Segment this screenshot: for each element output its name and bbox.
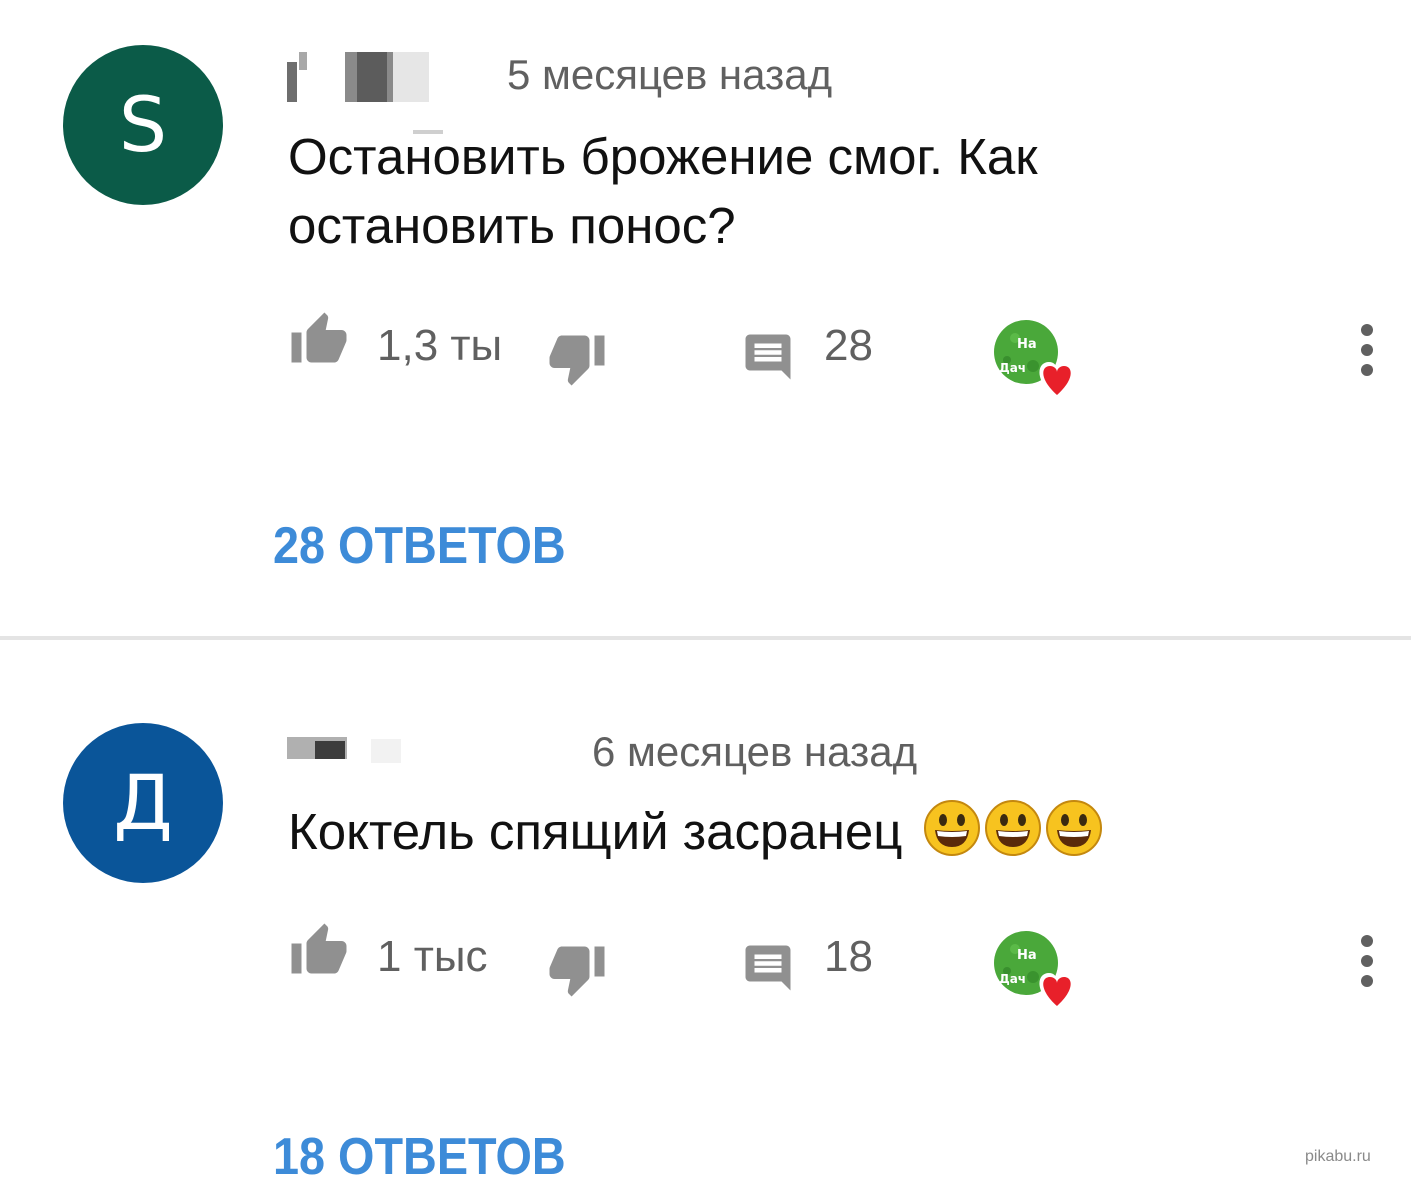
site-watermark: pikabu.ru: [1305, 1148, 1371, 1165]
comment-timestamp: 5 месяцев назад: [507, 51, 833, 98]
thread-divider: [0, 636, 1411, 640]
thumbs-down-icon[interactable]: [546, 328, 608, 393]
thumbs-up-icon[interactable]: [288, 921, 350, 986]
comment-actions: 1,3 ты 28 На Дач: [0, 308, 1411, 400]
author-avatar[interactable]: Д: [63, 723, 223, 883]
creator-heart-badge: На Дач: [993, 318, 1083, 403]
creator-heart-badge: На Дач: [993, 929, 1083, 1014]
avatar-letter: S: [118, 80, 168, 169]
emoji-group: [923, 799, 1106, 874]
like-count: 1,3 ты: [377, 321, 503, 370]
avatar-letter: Д: [113, 758, 173, 847]
vertical-dots-icon[interactable]: [1352, 933, 1382, 998]
grinning-face-emoji: [923, 800, 980, 856]
grinning-face-emoji: [1045, 800, 1102, 856]
comment-text: Остановить брожение смог. Как остановить…: [288, 128, 1038, 254]
reply-count: 18: [824, 932, 873, 981]
comment-thread: S 5 месяцев назад Остановить брожение см…: [0, 0, 1411, 638]
like-count: 1 тыс: [377, 932, 488, 981]
thumbs-down-icon[interactable]: [546, 939, 608, 1004]
grinning-face-emoji: [984, 800, 1041, 856]
comment-text: Коктель спящий засранец: [288, 797, 1288, 874]
comment-thread: Д 6 месяцев назад Коктель спящий засране…: [0, 641, 1411, 1193]
svg-text:На: На: [1017, 948, 1037, 963]
thumbs-up-icon[interactable]: [288, 310, 350, 375]
comment-text-body: Коктель спящий засранец: [288, 803, 903, 860]
view-replies-button[interactable]: 28 ОТВЕТОВ: [273, 520, 566, 572]
comment-bubble-icon[interactable]: [740, 330, 796, 389]
comment-timestamp: 6 месяцев назад: [592, 728, 918, 775]
author-name-blurred[interactable]: [287, 735, 407, 787]
comment-actions: 1 тыс 18 На Дач: [0, 919, 1411, 1011]
svg-text:Дач: Дач: [999, 361, 1026, 375]
svg-text:Дач: Дач: [999, 972, 1026, 986]
svg-text:На: На: [1017, 337, 1037, 352]
vertical-dots-icon[interactable]: [1352, 322, 1382, 387]
view-replies-button[interactable]: 18 ОТВЕТОВ: [273, 1131, 566, 1183]
reply-count: 28: [824, 321, 873, 370]
author-avatar[interactable]: S: [63, 45, 223, 205]
author-name-blurred[interactable]: [287, 50, 443, 134]
comment-bubble-icon[interactable]: [740, 941, 796, 1000]
